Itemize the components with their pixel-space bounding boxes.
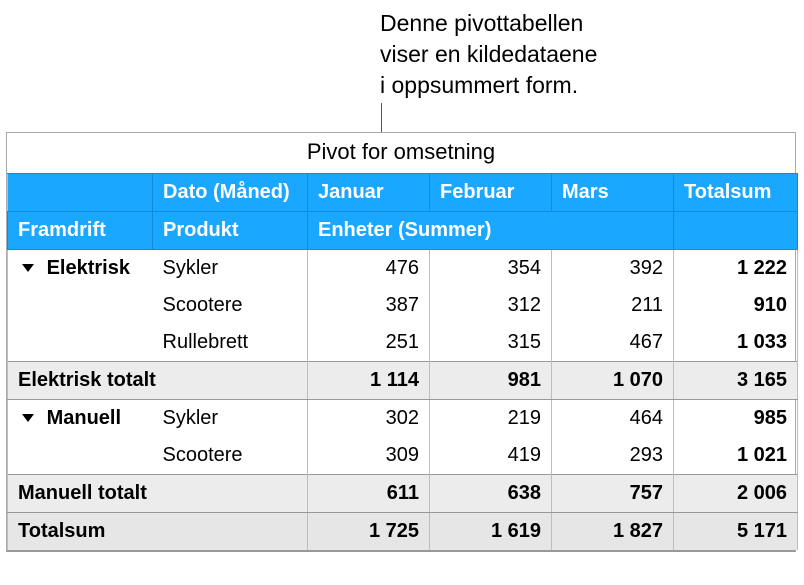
header-totalsum: Totalsum	[674, 174, 798, 212]
row-total-cell: 910	[674, 287, 798, 324]
subtotal-cell: 638	[430, 475, 552, 513]
header-month-februar: Februar	[430, 174, 552, 212]
product-cell: Rullebrett	[153, 324, 308, 362]
table-row: Scootere 387 312 211 910	[8, 287, 798, 324]
value-cell: 392	[552, 250, 674, 288]
subtotal-row-elektrisk: Elektrisk totalt 1 114 981 1 070 3 165	[8, 362, 798, 400]
subtotal-cell: 1 114	[308, 362, 430, 400]
caption-line-3: i oppsummert form.	[380, 72, 578, 98]
value-cell: 464	[552, 400, 674, 438]
group-spacer	[8, 287, 153, 324]
header-produkt: Produkt	[153, 212, 308, 250]
subtotal-cell: 1 070	[552, 362, 674, 400]
header-row-2: Framdrift Produkt Enheter (Summer)	[8, 212, 798, 250]
grand-total-cell: 1 619	[430, 513, 552, 551]
row-total-cell: 985	[674, 400, 798, 438]
value-cell: 476	[308, 250, 430, 288]
value-cell: 293	[552, 437, 674, 475]
product-cell: Sykler	[153, 250, 308, 288]
product-cell: Scootere	[153, 287, 308, 324]
group-toggle-elektrisk[interactable]: Elektrisk	[8, 250, 153, 288]
value-cell: 354	[430, 250, 552, 288]
row-total-cell: 1 033	[674, 324, 798, 362]
header-date-month: Dato (Måned)	[153, 174, 308, 212]
group-label: Manuell	[47, 407, 121, 429]
grand-total-total-cell: 5 171	[674, 513, 798, 551]
table-row: Manuell Sykler 302 219 464 985	[8, 400, 798, 438]
table-title: Pivot for omsetning	[7, 133, 795, 173]
value-cell: 251	[308, 324, 430, 362]
value-cell: 467	[552, 324, 674, 362]
group-label: Elektrisk	[47, 257, 130, 279]
grand-total-label: Totalsum	[8, 513, 308, 551]
subtotal-total-cell: 3 165	[674, 362, 798, 400]
product-cell: Scootere	[153, 437, 308, 475]
header-framdrift: Framdrift	[8, 212, 153, 250]
subtotal-cell: 757	[552, 475, 674, 513]
value-cell: 309	[308, 437, 430, 475]
group-spacer	[8, 324, 153, 362]
group-spacer	[8, 437, 153, 475]
subtotal-label: Manuell totalt	[8, 475, 308, 513]
table-row: Scootere 309 419 293 1 021	[8, 437, 798, 475]
group-toggle-manuell[interactable]: Manuell	[8, 400, 153, 438]
table-row: Elektrisk Sykler 476 354 392 1 222	[8, 250, 798, 288]
subtotal-row-manuell: Manuell totalt 611 638 757 2 006	[8, 475, 798, 513]
subtotal-cell: 611	[308, 475, 430, 513]
header-row-1: Dato (Måned) Januar Februar Mars Totalsu…	[8, 174, 798, 212]
header-month-januar: Januar	[308, 174, 430, 212]
subtotal-cell: 981	[430, 362, 552, 400]
chevron-down-icon	[22, 414, 34, 422]
grand-total-cell: 1 827	[552, 513, 674, 551]
value-cell: 219	[430, 400, 552, 438]
table-row: Rullebrett 251 315 467 1 033	[8, 324, 798, 362]
caption-text: Denne pivottabellen viser en kildedataen…	[380, 8, 730, 101]
caption-line-2: viser en kildedataene	[380, 41, 597, 67]
grand-total-cell: 1 725	[308, 513, 430, 551]
header-blank-2	[674, 212, 798, 250]
value-cell: 419	[430, 437, 552, 475]
value-cell: 211	[552, 287, 674, 324]
row-total-cell: 1 021	[674, 437, 798, 475]
header-month-mars: Mars	[552, 174, 674, 212]
value-cell: 312	[430, 287, 552, 324]
product-cell: Sykler	[153, 400, 308, 438]
row-total-cell: 1 222	[674, 250, 798, 288]
subtotal-label: Elektrisk totalt	[8, 362, 308, 400]
header-blank-1	[8, 174, 153, 212]
value-cell: 315	[430, 324, 552, 362]
value-cell: 302	[308, 400, 430, 438]
value-cell: 387	[308, 287, 430, 324]
header-enheter-summer: Enheter (Summer)	[308, 212, 674, 250]
subtotal-total-cell: 2 006	[674, 475, 798, 513]
chevron-down-icon	[22, 264, 34, 272]
pivot-table: Pivot for omsetning Dato (Måned) Januar …	[6, 132, 796, 552]
grand-total-row: Totalsum 1 725 1 619 1 827 5 171	[8, 513, 798, 551]
leader-line	[381, 103, 382, 133]
caption-line-1: Denne pivottabellen	[380, 10, 583, 36]
